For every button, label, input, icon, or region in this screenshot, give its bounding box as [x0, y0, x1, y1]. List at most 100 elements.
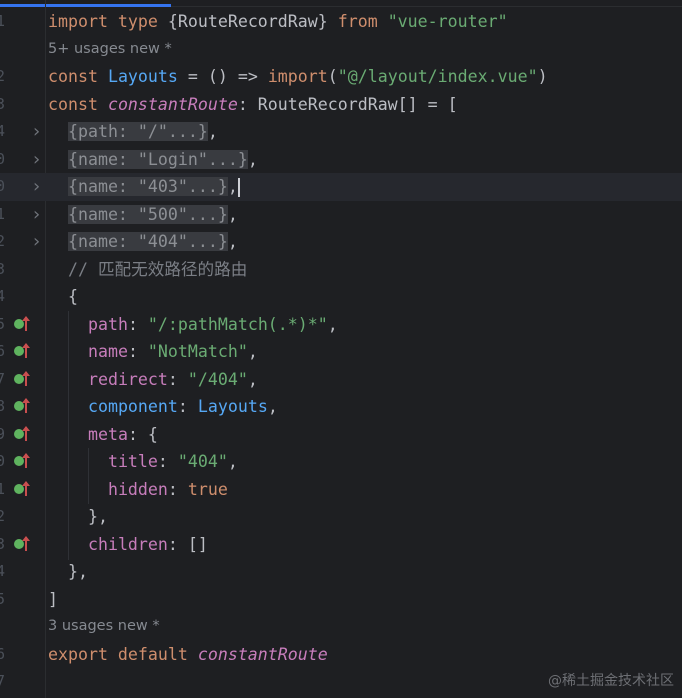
code-token: import: [267, 67, 328, 86]
override-arrow-icon[interactable]: [22, 398, 30, 413]
code-token: :: [157, 452, 178, 471]
code-line[interactable]: 2 },: [0, 503, 682, 531]
code-text: ]: [48, 586, 58, 614]
line-number: 5: [0, 314, 6, 333]
code-line[interactable]: 0 › {name: "403"...},: [0, 173, 682, 201]
fold-chevron-icon[interactable]: ›: [31, 118, 42, 146]
code-token: true: [187, 479, 228, 499]
folded-region[interactable]: {name: "500"...}: [67, 204, 228, 224]
line-number: 5: [0, 589, 6, 608]
code-text: {name: "404"...},: [48, 228, 238, 256]
folded-region[interactable]: {name: "404"...}: [67, 232, 228, 251]
code-line[interactable]: 1 hidden: true: [0, 476, 682, 504]
code-token: export default: [48, 644, 198, 664]
usages-hint[interactable]: 5+ usages new *: [48, 36, 172, 64]
code-line[interactable]: 6 name: "NotMatch",: [0, 338, 682, 366]
line-number: 4: [0, 122, 6, 140]
fold-chevron-icon[interactable]: ›: [31, 201, 42, 229]
line-number: 2: [0, 507, 6, 525]
line-number: 2: [0, 67, 6, 85]
code-line[interactable]: 8 component: Layouts,: [0, 393, 682, 421]
code-token: redirect: [87, 369, 168, 389]
code-text: // 匹配无效路径的路由: [48, 256, 247, 284]
code-token: {RouteRecordRaw}: [167, 12, 338, 31]
line-number: 1: [0, 204, 6, 223]
code-text: {name: "500"...},: [48, 201, 238, 229]
code-token: },: [48, 507, 108, 526]
code-line[interactable]: 1 › {name: "500"...},: [0, 201, 682, 229]
code-line[interactable]: 5]: [0, 586, 682, 614]
usages-hint-row[interactable]: 5+ usages new *: [0, 36, 682, 64]
code-token: const: [48, 67, 108, 86]
code-text: {name: "Login"...},: [48, 146, 258, 174]
code-text: meta: {: [48, 421, 158, 449]
code-token: constantRoute: [107, 94, 238, 114]
code-text: {name: "403"...},: [48, 173, 240, 201]
code-token: ,: [327, 314, 338, 334]
code-line[interactable]: 3 const constantRoute: RouteRecordRaw[] =…: [0, 91, 682, 119]
text-cursor: [237, 178, 240, 197]
override-arrow-icon[interactable]: [22, 370, 30, 386]
code-token: ,: [227, 177, 238, 196]
line-number: 4: [0, 562, 6, 580]
line-number: 9: [0, 424, 6, 443]
line-number: 3: [0, 259, 6, 278]
code-text: {: [48, 283, 78, 311]
code-text: name: "NotMatch",: [48, 338, 258, 366]
fold-chevron-icon[interactable]: ›: [31, 146, 42, 174]
fold-chevron-icon[interactable]: ›: [31, 228, 42, 256]
code-line[interactable]: 4 },: [0, 558, 682, 586]
code-token: path: [87, 314, 128, 334]
line-number: 7: [0, 672, 6, 690]
line-number: 0: [0, 452, 6, 470]
code-token: title: [107, 452, 158, 471]
code-line[interactable]: 2 › {name: "404"...},: [0, 228, 682, 256]
code-line[interactable]: 0 title: "404",: [0, 448, 682, 476]
code-token: component: [87, 397, 178, 416]
code-token: ,: [227, 204, 238, 224]
code-line[interactable]: 3 children: []: [0, 531, 682, 559]
code-line[interactable]: 2 const Layouts = () => import("@/layout/…: [0, 63, 682, 91]
line-number: 8: [0, 397, 6, 415]
folded-region[interactable]: {name: "Login"...}: [67, 149, 248, 169]
code-token: "@/layout/index.vue": [337, 67, 538, 86]
code-token: ,: [207, 122, 218, 141]
code-line[interactable]: 3 // 匹配无效路径的路由: [0, 256, 682, 284]
override-arrow-icon[interactable]: [22, 535, 30, 551]
code-line[interactable]: 7 redirect: "/404",: [0, 366, 682, 394]
code-token: ,: [247, 149, 258, 169]
fold-chevron-icon[interactable]: ›: [31, 173, 42, 201]
code-line[interactable]: 0 › {name: "Login"...},: [0, 146, 682, 174]
usages-hint[interactable]: 3 usages new *: [48, 613, 160, 641]
code-text: path: "/:pathMatch(.*)*",: [48, 311, 338, 339]
line-number: 6: [0, 644, 6, 663]
code-line[interactable]: 5 path: "/:pathMatch(.*)*",: [0, 311, 682, 339]
usages-hint-row[interactable]: 3 usages new *: [0, 613, 682, 641]
override-arrow-icon[interactable]: [22, 480, 30, 496]
code-token: Layouts: [197, 397, 268, 416]
code-text: export default constantRoute: [48, 641, 328, 669]
code-line[interactable]: 4 › {path: "/"...},: [0, 118, 682, 146]
folded-region[interactable]: {path: "/"...}: [67, 122, 208, 141]
override-arrow-icon[interactable]: [22, 425, 30, 441]
override-arrow-icon[interactable]: [22, 315, 30, 331]
line-number: 0: [0, 177, 6, 195]
folded-region[interactable]: {name: "403"...}: [67, 177, 228, 196]
code-token: ): [537, 67, 548, 86]
code-token: meta: [87, 424, 128, 444]
override-arrow-icon[interactable]: [22, 343, 30, 358]
code-token: : RouteRecordRaw[] = [: [237, 94, 458, 114]
code-line[interactable]: 1 import type {RouteRecordRaw} from "vue-…: [0, 8, 682, 36]
code-line[interactable]: 9 meta: {: [0, 421, 682, 449]
code-line[interactable]: 4 {: [0, 283, 682, 311]
override-arrow-icon[interactable]: [22, 453, 30, 468]
code-line[interactable]: 6 export default constantRoute: [0, 641, 682, 669]
progress-bar: [0, 4, 171, 7]
